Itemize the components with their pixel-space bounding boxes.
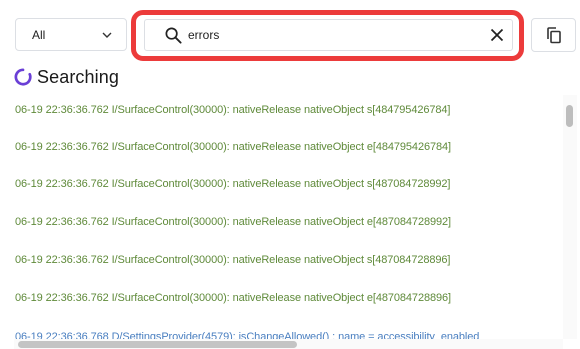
status-text: Searching xyxy=(37,66,119,87)
filter-dropdown[interactable]: All xyxy=(15,18,127,51)
filter-selected-value: All xyxy=(32,27,46,42)
search-status: Searching xyxy=(14,65,119,89)
copy-icon xyxy=(546,26,561,43)
chevron-down-icon xyxy=(102,32,112,38)
search-input[interactable] xyxy=(188,24,478,46)
log-line[interactable]: 06-19 22:36:36.762 I/SurfaceControl(3000… xyxy=(15,292,451,304)
close-icon[interactable] xyxy=(490,28,504,42)
log-line[interactable]: 06-19 22:36:36.762 I/SurfaceControl(3000… xyxy=(15,141,451,153)
horizontal-scrollbar-thumb[interactable] xyxy=(18,341,297,348)
search-icon xyxy=(165,27,182,44)
search-box[interactable] xyxy=(144,19,513,51)
vertical-scrollbar-track[interactable] xyxy=(563,95,577,339)
log-line[interactable]: 06-19 22:36:36.762 I/SurfaceControl(3000… xyxy=(15,216,451,228)
vertical-scrollbar-thumb[interactable] xyxy=(566,105,573,127)
log-list[interactable]: 06-19 22:36:36.762 I/SurfaceControl(3000… xyxy=(0,92,562,340)
log-line[interactable]: 06-19 22:36:36.762 I/SurfaceControl(3000… xyxy=(15,104,450,116)
spinner-icon xyxy=(14,68,32,86)
log-line[interactable]: 06-19 22:36:36.762 I/SurfaceControl(3000… xyxy=(15,178,450,190)
log-line[interactable]: 06-19 22:36:36.762 I/SurfaceControl(3000… xyxy=(15,254,450,266)
copy-button[interactable] xyxy=(531,18,576,52)
